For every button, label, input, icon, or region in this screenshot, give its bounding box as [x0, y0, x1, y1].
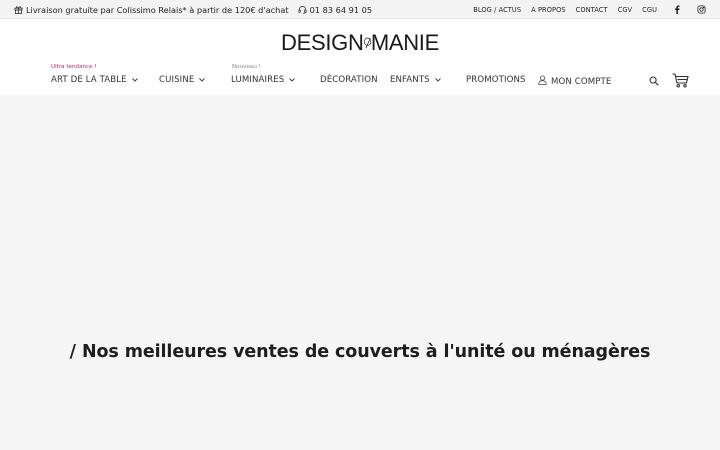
- phone-number[interactable]: 01 83 64 91 05: [310, 5, 373, 15]
- site-header: DESIGN MANIE Ultra tendance ! ART DE LA …: [0, 19, 720, 95]
- section-heading: / Nos meilleures ventes de couverts à l'…: [69, 342, 651, 362]
- phone-info[interactable]: 01 83 64 91 05: [298, 5, 373, 15]
- cgu-link[interactable]: CGU: [642, 6, 657, 14]
- nav-label: MON COMPTE: [551, 76, 612, 87]
- facebook-icon[interactable]: [673, 5, 681, 14]
- contact-link[interactable]: CONTACT: [576, 6, 608, 14]
- nav-label: PROMOTIONS: [466, 75, 526, 85]
- cart-icon[interactable]: [671, 72, 689, 88]
- nav-item-decoration[interactable]: DÉCORATION: [320, 75, 378, 85]
- nav-label: ENFANTS: [390, 75, 430, 85]
- top-bar: Livraison gratuite par Colissimo Relais*…: [0, 0, 720, 19]
- nav-label: DÉCORATION: [320, 75, 378, 85]
- nav-item-mon-compte[interactable]: MON COMPTE: [538, 75, 611, 88]
- nav-item-cuisine[interactable]: CUISINE: [159, 75, 206, 85]
- nav-label: CUISINE: [159, 75, 195, 85]
- nav-item-art-de-la-table[interactable]: ART DE LA TABLE: [51, 75, 138, 85]
- cgv-link[interactable]: CGV: [618, 6, 633, 14]
- main-nav: Ultra tendance ! ART DE LA TABLE CUISINE…: [0, 63, 720, 95]
- nav-tag-luminaires: Nouveau !: [232, 64, 261, 70]
- gift-icon: [14, 5, 23, 14]
- chevron-down-icon: [289, 75, 296, 85]
- headset-icon: [298, 5, 307, 14]
- nav-label: LUMINAIRES: [231, 75, 285, 85]
- top-bar-links: BLOG / ACTUS A PROPOS CONTACT CGV CGU: [463, 0, 706, 19]
- nav-tag-art-de-la-table: Ultra tendance !: [51, 64, 97, 70]
- logo-text-right: MANIE: [370, 30, 439, 55]
- site-logo[interactable]: DESIGN MANIE: [281, 28, 439, 58]
- nav-label: ART DE LA TABLE: [51, 75, 127, 85]
- blog-link[interactable]: BLOG / ACTUS: [473, 6, 521, 14]
- top-bar-info: Livraison gratuite par Colissimo Relais*…: [14, 0, 372, 19]
- chevron-down-icon: [434, 75, 441, 85]
- nav-item-luminaires[interactable]: LUMINAIRES: [231, 75, 296, 85]
- chevron-down-icon: [199, 75, 206, 85]
- logo-text-left: DESIGN: [281, 30, 364, 55]
- main-content: / Nos meilleures ventes de couverts à l'…: [0, 95, 720, 450]
- shipping-info: Livraison gratuite par Colissimo Relais*…: [14, 5, 289, 15]
- user-icon: [538, 75, 547, 88]
- nav-item-promotions[interactable]: PROMOTIONS: [466, 75, 526, 85]
- nav-item-enfants[interactable]: ENFANTS: [390, 75, 441, 85]
- about-link[interactable]: A PROPOS: [531, 6, 566, 14]
- search-icon[interactable]: [648, 75, 660, 87]
- shipping-text: Livraison gratuite par Colissimo Relais*…: [26, 4, 289, 15]
- instagram-icon[interactable]: [697, 5, 706, 14]
- chevron-down-icon: [131, 75, 138, 85]
